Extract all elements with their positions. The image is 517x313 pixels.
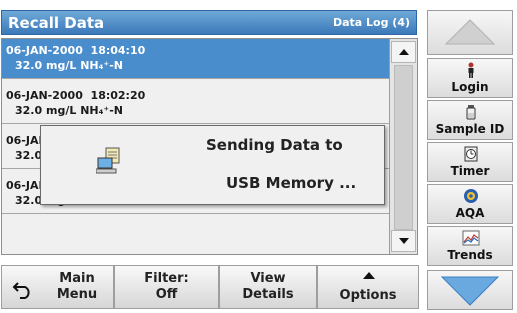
row-param: NH₄⁺-N <box>80 59 124 72</box>
row-unit: mg/L <box>45 59 77 72</box>
list-scrollbar[interactable] <box>389 39 417 254</box>
row-date: 06-JAI <box>6 134 43 147</box>
main-menu-label-line1: Main <box>59 271 95 286</box>
dialog-message-line2: USB Memory ... <box>226 174 357 192</box>
row-date: 06-JAN-2000 <box>6 44 83 57</box>
computer-transfer-icon <box>96 147 120 174</box>
bottom-toolbar: Main Menu Filter: Off View Details Optio… <box>1 265 419 310</box>
row-param: NH₄⁺-N <box>80 104 124 117</box>
row-value: 32.0 <box>15 149 43 162</box>
scroll-up-button[interactable] <box>391 41 416 63</box>
row-value: 32.0 <box>15 59 43 72</box>
row-date: 06-JAN-2000 <box>6 89 83 102</box>
arrow-up-icon <box>398 49 409 55</box>
page-title: Recall Data <box>8 14 105 32</box>
options-label: Options <box>339 288 397 303</box>
sidebar-down-button[interactable] <box>427 270 513 310</box>
sending-dialog: Sending Data to USB Memory ... <box>40 125 385 205</box>
row-date: 06-JAI <box>6 179 43 192</box>
row-unit: mg/L <box>45 104 77 117</box>
options-button[interactable]: Options <box>317 265 419 309</box>
main-menu-label-line2: Menu <box>56 287 98 302</box>
filter-label-line2: Off <box>155 287 178 302</box>
view-label-line1: View <box>250 271 286 286</box>
data-log-count: Data Log (4) <box>332 16 410 29</box>
filter-button[interactable]: Filter: Off <box>114 265 219 309</box>
view-details-button[interactable]: View Details <box>219 265 317 309</box>
main-menu-button[interactable]: Main Menu <box>1 265 114 309</box>
view-label-line2: Details <box>242 287 294 302</box>
row-value: 32.0 <box>15 104 43 117</box>
arrow-down-icon <box>398 238 409 244</box>
filter-label-line1: Filter: <box>144 271 189 286</box>
scroll-down-button[interactable] <box>391 230 416 252</box>
triangle-up-icon <box>363 272 375 279</box>
title-bar: Recall Data Data Log (4) <box>1 10 417 35</box>
row-time: 18:04:10 <box>90 44 146 57</box>
row-time: 18:02:20 <box>90 89 146 102</box>
scroll-track[interactable] <box>394 65 413 230</box>
list-item[interactable]: 06-JAN-2000 18:04:10 32.0 mg/L NH₄⁺-N <box>2 39 390 79</box>
list-item[interactable]: 06-JAN-2000 18:02:20 32.0 mg/L NH₄⁺-N <box>2 84 390 124</box>
big-down-arrow-icon <box>440 276 500 306</box>
back-arrow-icon <box>12 282 30 299</box>
dialog-message-line1: Sending Data to <box>206 136 343 154</box>
row-value: 32.0 <box>15 194 43 207</box>
